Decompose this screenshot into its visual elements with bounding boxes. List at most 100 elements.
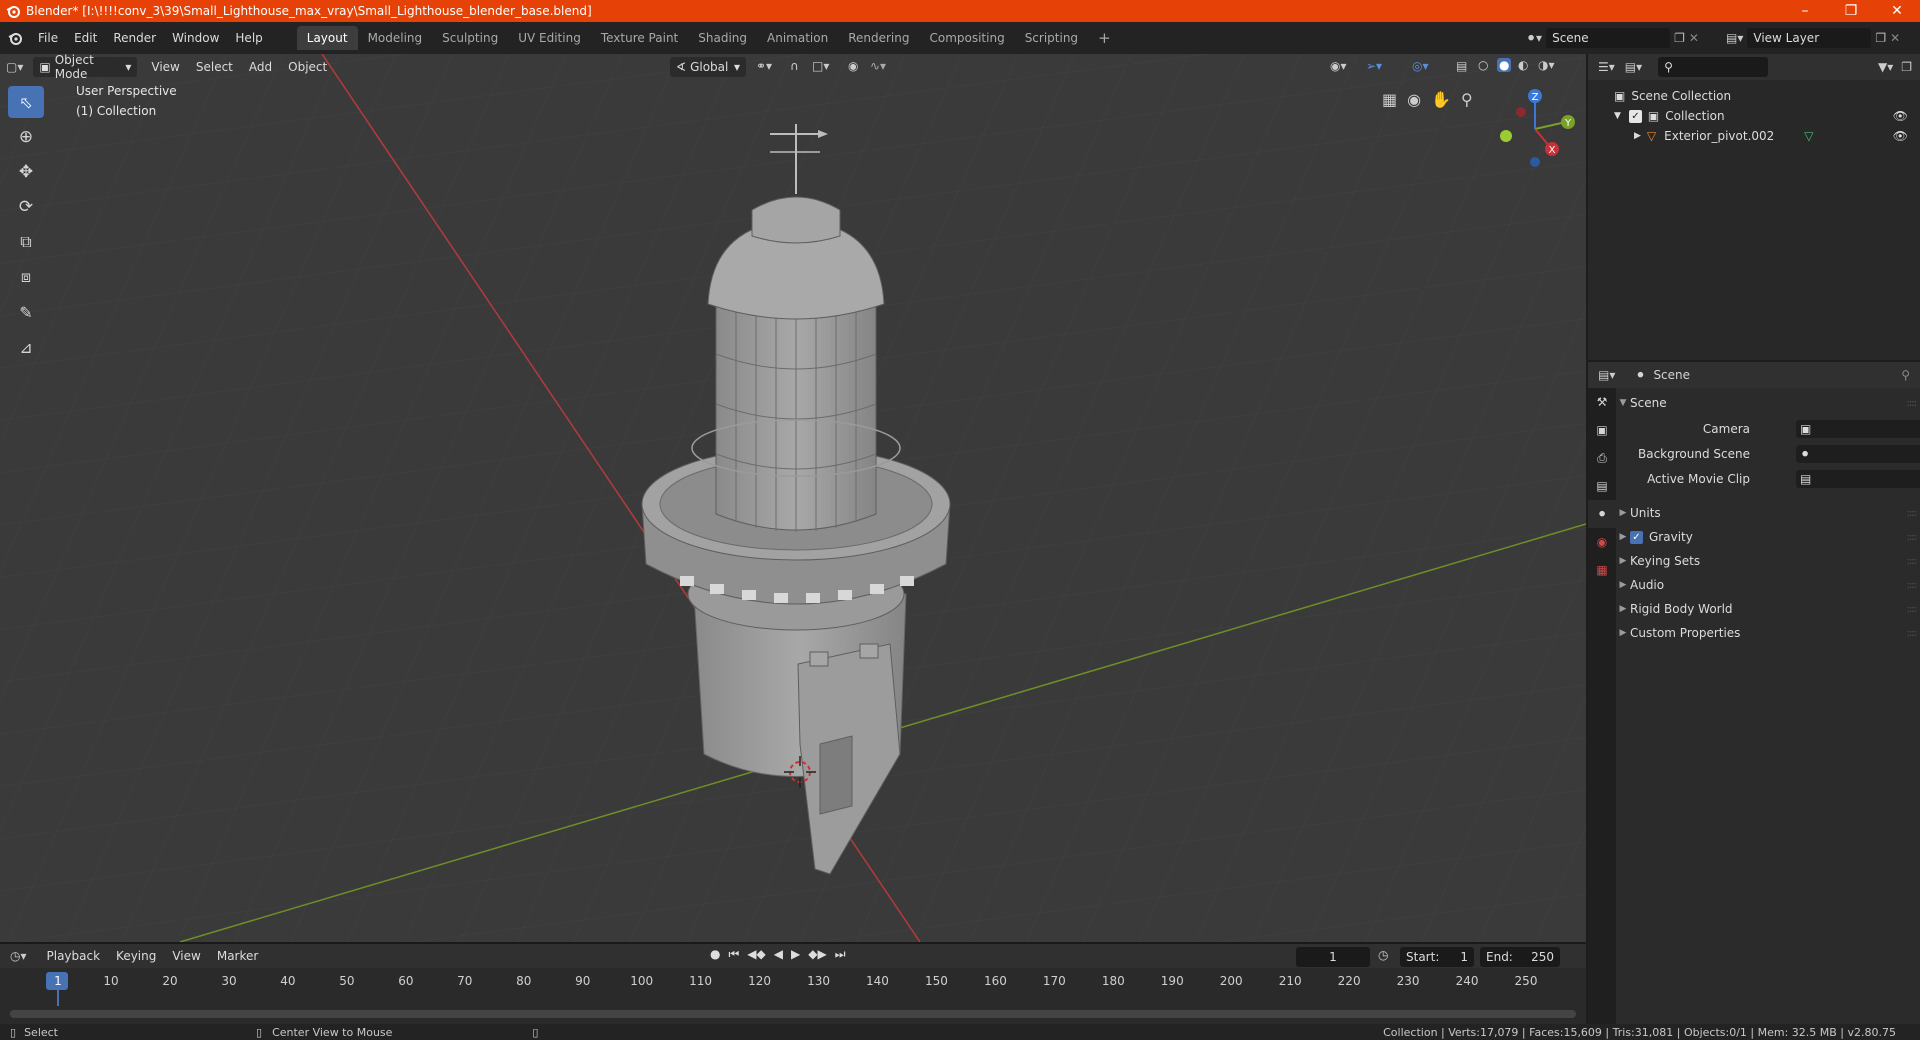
rendered-shading-icon[interactable]: ◑▾ <box>1538 58 1555 72</box>
navigation-gizmo[interactable]: Z Y X <box>1490 84 1580 174</box>
pin-icon[interactable]: ⚲ <box>1901 368 1910 382</box>
view-layer-tab-icon[interactable]: ▤ <box>1588 472 1616 500</box>
rotate-tool-icon[interactable]: ⟳ <box>8 191 44 223</box>
pivot-point-icon[interactable]: ⚭▾ <box>756 59 772 73</box>
tab-compositing[interactable]: Compositing <box>919 26 1014 50</box>
solid-shading-icon[interactable]: ● <box>1497 58 1512 72</box>
transform-tool-icon[interactable]: ⧈ <box>8 261 44 293</box>
tab-modeling[interactable]: Modeling <box>358 26 433 50</box>
keying-sets-panel[interactable]: ▶ Keying Sets:::: <box>1616 550 1920 572</box>
custom-properties-panel[interactable]: ▶ Custom Properties:::: <box>1616 622 1920 644</box>
proportional-edit-icon[interactable]: ◉ <box>848 59 858 73</box>
zoom-icon[interactable]: ⚲ <box>1461 90 1473 109</box>
tab-texture-paint[interactable]: Texture Paint <box>591 26 688 50</box>
camera-field[interactable]: ▣✎ <box>1796 420 1920 438</box>
menu-render[interactable]: Render <box>105 22 164 54</box>
output-tab-icon[interactable]: ⎙ <box>1588 444 1616 472</box>
timeline-scrollbar[interactable] <box>10 1010 1576 1018</box>
pan-hand-icon[interactable]: ✋ <box>1431 90 1451 109</box>
editor-type-icon[interactable]: ▢▾ <box>6 60 23 74</box>
outliner-row-collection[interactable]: ▼ ✓ ▣ Collection 👁 <box>1588 106 1920 126</box>
scale-tool-icon[interactable]: ⧉ <box>8 226 44 258</box>
new-scene-icon[interactable]: ❐ <box>1674 31 1685 45</box>
add-workspace-icon[interactable]: + <box>1088 26 1121 50</box>
menu-edit[interactable]: Edit <box>66 22 105 54</box>
tab-sculpting[interactable]: Sculpting <box>432 26 508 50</box>
menu-window[interactable]: Window <box>164 22 227 54</box>
tab-layout[interactable]: Layout <box>296 26 358 50</box>
menu-help[interactable]: Help <box>227 22 270 54</box>
scene-panel-header[interactable]: ▼ Scene:::: <box>1616 392 1920 414</box>
falloff-icon[interactable]: ∿▾ <box>870 59 886 73</box>
xray-icon[interactable]: ▤ <box>1456 59 1467 73</box>
transform-orientation-dropdown[interactable]: ∢ Global ▾ <box>670 57 746 77</box>
tool-tab-icon[interactable]: ⚒ <box>1588 388 1616 416</box>
render-tab-icon[interactable]: ▣ <box>1588 416 1616 444</box>
texture-tab-icon[interactable]: ▦ <box>1588 556 1616 584</box>
viewport-menu-object[interactable]: Object <box>280 60 335 74</box>
3d-viewport[interactable]: ▢▾ ▣ Object Mode ▾ View Select Add Object… <box>0 54 1586 942</box>
material-shading-icon[interactable]: ◐ <box>1518 58 1528 72</box>
viewport-menu-view[interactable]: View <box>143 60 187 74</box>
annotate-tool-icon[interactable]: ✎ <box>8 296 44 328</box>
units-panel[interactable]: ▶ Units:::: <box>1616 502 1920 524</box>
cursor-tool-icon[interactable]: ⊕ <box>8 121 44 153</box>
gravity-panel[interactable]: ▶ ✓ Gravity:::: <box>1616 526 1920 548</box>
gravity-checkbox[interactable]: ✓ <box>1630 530 1643 544</box>
overlays-icon[interactable]: ◎▾ <box>1412 59 1429 73</box>
viewport-menu-select[interactable]: Select <box>188 60 241 74</box>
wireframe-shading-icon[interactable]: ○ <box>1478 58 1488 72</box>
minimize-icon[interactable]: – <box>1782 0 1828 22</box>
scene-selector-icon[interactable]: ⚫▾ <box>1526 31 1542 45</box>
gizmo-toggle-icon[interactable]: ➢▾ <box>1366 59 1382 73</box>
blender-menu-icon[interactable] <box>0 22 30 54</box>
view-layer-field[interactable]: View Layer <box>1747 28 1872 48</box>
delete-view-layer-icon[interactable]: ✕ <box>1890 31 1900 45</box>
tab-shading[interactable]: Shading <box>688 26 757 50</box>
audio-panel[interactable]: ▶ Audio:::: <box>1616 574 1920 596</box>
eye-icon[interactable]: 👁 <box>1893 109 1908 123</box>
new-collection-icon[interactable]: ❐ <box>1901 60 1912 74</box>
select-box-tool-icon[interactable]: ⬁ <box>8 86 44 118</box>
menu-file[interactable]: File <box>30 22 66 54</box>
movie-clip-field[interactable]: ▤ <box>1796 470 1920 488</box>
properties-editor-type-icon[interactable]: ▤▾ <box>1598 368 1615 382</box>
camera-view-icon[interactable]: ◉ <box>1407 90 1421 109</box>
object-mode-dropdown[interactable]: ▣ Object Mode ▾ <box>33 54 138 81</box>
snap-icon[interactable]: ∩ <box>790 59 799 73</box>
properties-editor[interactable]: ▤▾ ⚫ Scene ⚲ ⚒ ▣ ⎙ ▤ ⚫ ◉ ▦ ▼ Scene:::: Ca… <box>1588 362 1920 1024</box>
collection-checkbox[interactable]: ✓ <box>1628 109 1642 123</box>
outliner-row-scene-collection[interactable]: ▣ Scene Collection <box>1588 86 1920 106</box>
new-view-layer-icon[interactable]: ❐ <box>1875 31 1886 45</box>
tab-uv-editing[interactable]: UV Editing <box>508 26 591 50</box>
expand-arrow-icon[interactable]: ▶ <box>1634 131 1641 141</box>
move-tool-icon[interactable]: ✥ <box>8 156 44 188</box>
view-layer-icon[interactable]: ▤▾ <box>1726 31 1743 45</box>
outliner[interactable]: ☰▾ ▤▾ ⚲ ▼▾ ❐ ▣ Scene Collection ▼ ✓ ▣ Co… <box>1588 54 1920 360</box>
timeline-editor[interactable]: ◷▾ Playback Keying View Marker ● ⏮ ◀◆ ◀ … <box>0 942 1586 1024</box>
maximize-icon[interactable]: ❐ <box>1828 0 1874 22</box>
viewport-menu-add[interactable]: Add <box>241 60 280 74</box>
eye-icon[interactable]: 👁 <box>1893 129 1908 143</box>
expand-arrow-icon[interactable]: ▼ <box>1614 111 1621 121</box>
grid-toggle-icon[interactable]: ▦ <box>1382 90 1397 109</box>
filter-icon[interactable]: ▼▾ <box>1878 60 1893 74</box>
tab-animation[interactable]: Animation <box>757 26 838 50</box>
tab-rendering[interactable]: Rendering <box>838 26 919 50</box>
tab-scripting[interactable]: Scripting <box>1015 26 1088 50</box>
frame-ruler[interactable]: 1 10 20 30 40 50 60 70 80 90 100 110 120 130 140 150 160… <box>0 944 1586 1004</box>
background-scene-field[interactable]: ⚫ <box>1796 445 1920 463</box>
visibility-icon[interactable]: ◉▾ <box>1330 59 1347 73</box>
world-tab-icon[interactable]: ◉ <box>1588 528 1616 556</box>
scene-tab-icon[interactable]: ⚫ <box>1588 500 1616 528</box>
snap-target-icon[interactable]: □▾ <box>812 59 829 73</box>
scene-name-field[interactable]: Scene <box>1546 28 1671 48</box>
outliner-search-input[interactable]: ⚲ <box>1658 57 1769 77</box>
viewport-scene[interactable] <box>0 54 1586 942</box>
close-icon[interactable]: ✕ <box>1874 0 1920 22</box>
display-mode-icon[interactable]: ▤▾ <box>1625 60 1642 74</box>
measure-tool-icon[interactable]: ⊿ <box>8 331 44 363</box>
outliner-row-object[interactable]: ▶ ▽ Exterior_pivot.002 ▽ 👁 <box>1588 126 1920 146</box>
outliner-editor-type-icon[interactable]: ☰▾ <box>1598 60 1615 74</box>
rigid-body-world-panel[interactable]: ▶ Rigid Body World:::: <box>1616 598 1920 620</box>
